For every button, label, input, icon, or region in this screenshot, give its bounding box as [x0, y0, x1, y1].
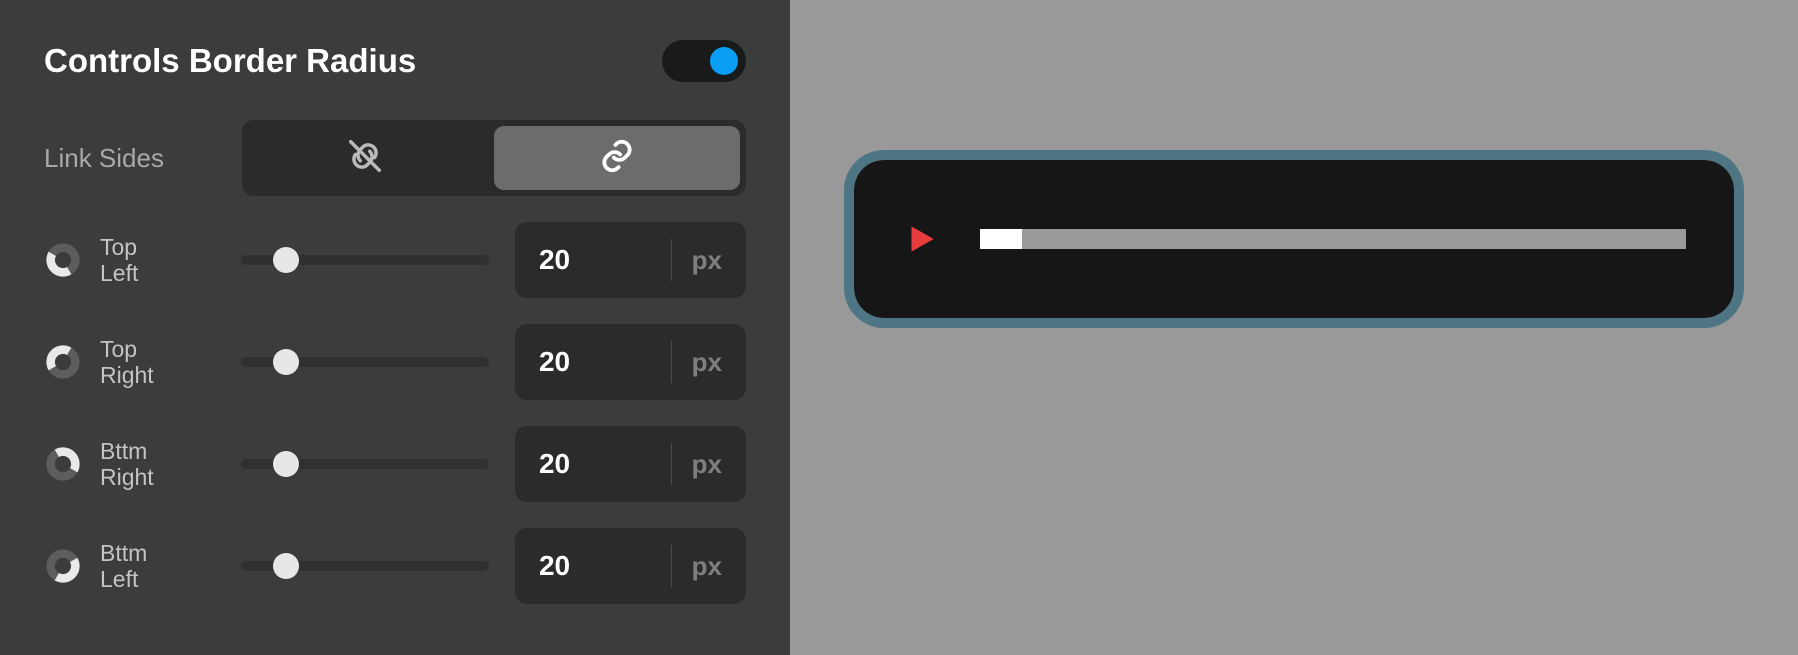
divider — [671, 545, 672, 587]
corner-indicator-icon — [44, 343, 82, 381]
radius-value-input[interactable]: 20 px — [515, 426, 746, 502]
border-radius-toggle[interactable] — [662, 40, 746, 82]
unlink-icon — [346, 137, 384, 180]
radius-value: 20 — [539, 550, 651, 582]
progress-fill — [980, 229, 1022, 249]
radius-unit: px — [692, 551, 722, 582]
slider-thumb[interactable] — [273, 247, 299, 273]
corner-label-line: Bttm — [100, 540, 147, 566]
link-sides-button[interactable] — [494, 126, 740, 190]
divider — [671, 341, 672, 383]
unlink-sides-button[interactable] — [242, 120, 488, 196]
corner-label-line: Top — [100, 336, 154, 362]
corner-row: Bttm Right 20 px — [44, 426, 746, 502]
slider-thumb[interactable] — [273, 553, 299, 579]
link-sides-label: Link Sides — [44, 143, 164, 174]
corner-indicator-icon — [44, 445, 82, 483]
radius-unit: px — [692, 449, 722, 480]
corner-label: Top Right — [100, 336, 154, 389]
corner-label: Top Left — [100, 234, 138, 287]
corner-label-line: Right — [100, 362, 154, 388]
corner-indicator-icon — [44, 241, 82, 279]
progress-bar[interactable] — [980, 229, 1686, 249]
radius-slider[interactable] — [241, 561, 489, 571]
slider-thumb[interactable] — [273, 349, 299, 375]
corner-row: Top Left 20 px — [44, 222, 746, 298]
corner-row: Top Right 20 px — [44, 324, 746, 400]
controls-panel: Controls Border Radius Link Sides — [0, 0, 790, 655]
corner-row: Bttm Left 20 px — [44, 528, 746, 604]
radius-slider[interactable] — [241, 357, 489, 367]
link-sides-segmented — [242, 120, 746, 196]
preview-area — [790, 0, 1798, 655]
play-icon[interactable] — [902, 220, 940, 258]
radius-unit: px — [692, 245, 722, 276]
radius-value-input[interactable]: 20 px — [515, 324, 746, 400]
divider — [671, 239, 672, 281]
panel-header: Controls Border Radius — [44, 40, 746, 82]
corner-label: Bttm Right — [100, 438, 154, 491]
radius-value-input[interactable]: 20 px — [515, 222, 746, 298]
corner-label-line: Left — [100, 260, 138, 286]
radius-slider[interactable] — [241, 255, 489, 265]
toggle-knob — [710, 47, 738, 75]
radius-value-input[interactable]: 20 px — [515, 528, 746, 604]
panel-title: Controls Border Radius — [44, 42, 416, 80]
radius-value: 20 — [539, 244, 651, 276]
corner-label-line: Left — [100, 566, 147, 592]
divider — [671, 443, 672, 485]
corner-label-line: Right — [100, 464, 154, 490]
corner-indicator-icon — [44, 547, 82, 585]
player-preview — [854, 160, 1734, 318]
radius-unit: px — [692, 347, 722, 378]
link-sides-row: Link Sides — [44, 120, 746, 196]
corner-label: Bttm Left — [100, 540, 147, 593]
corner-label-line: Bttm — [100, 438, 154, 464]
radius-value: 20 — [539, 346, 651, 378]
corner-label-line: Top — [100, 234, 138, 260]
radius-value: 20 — [539, 448, 651, 480]
link-icon — [598, 137, 636, 180]
radius-slider[interactable] — [241, 459, 489, 469]
slider-thumb[interactable] — [273, 451, 299, 477]
